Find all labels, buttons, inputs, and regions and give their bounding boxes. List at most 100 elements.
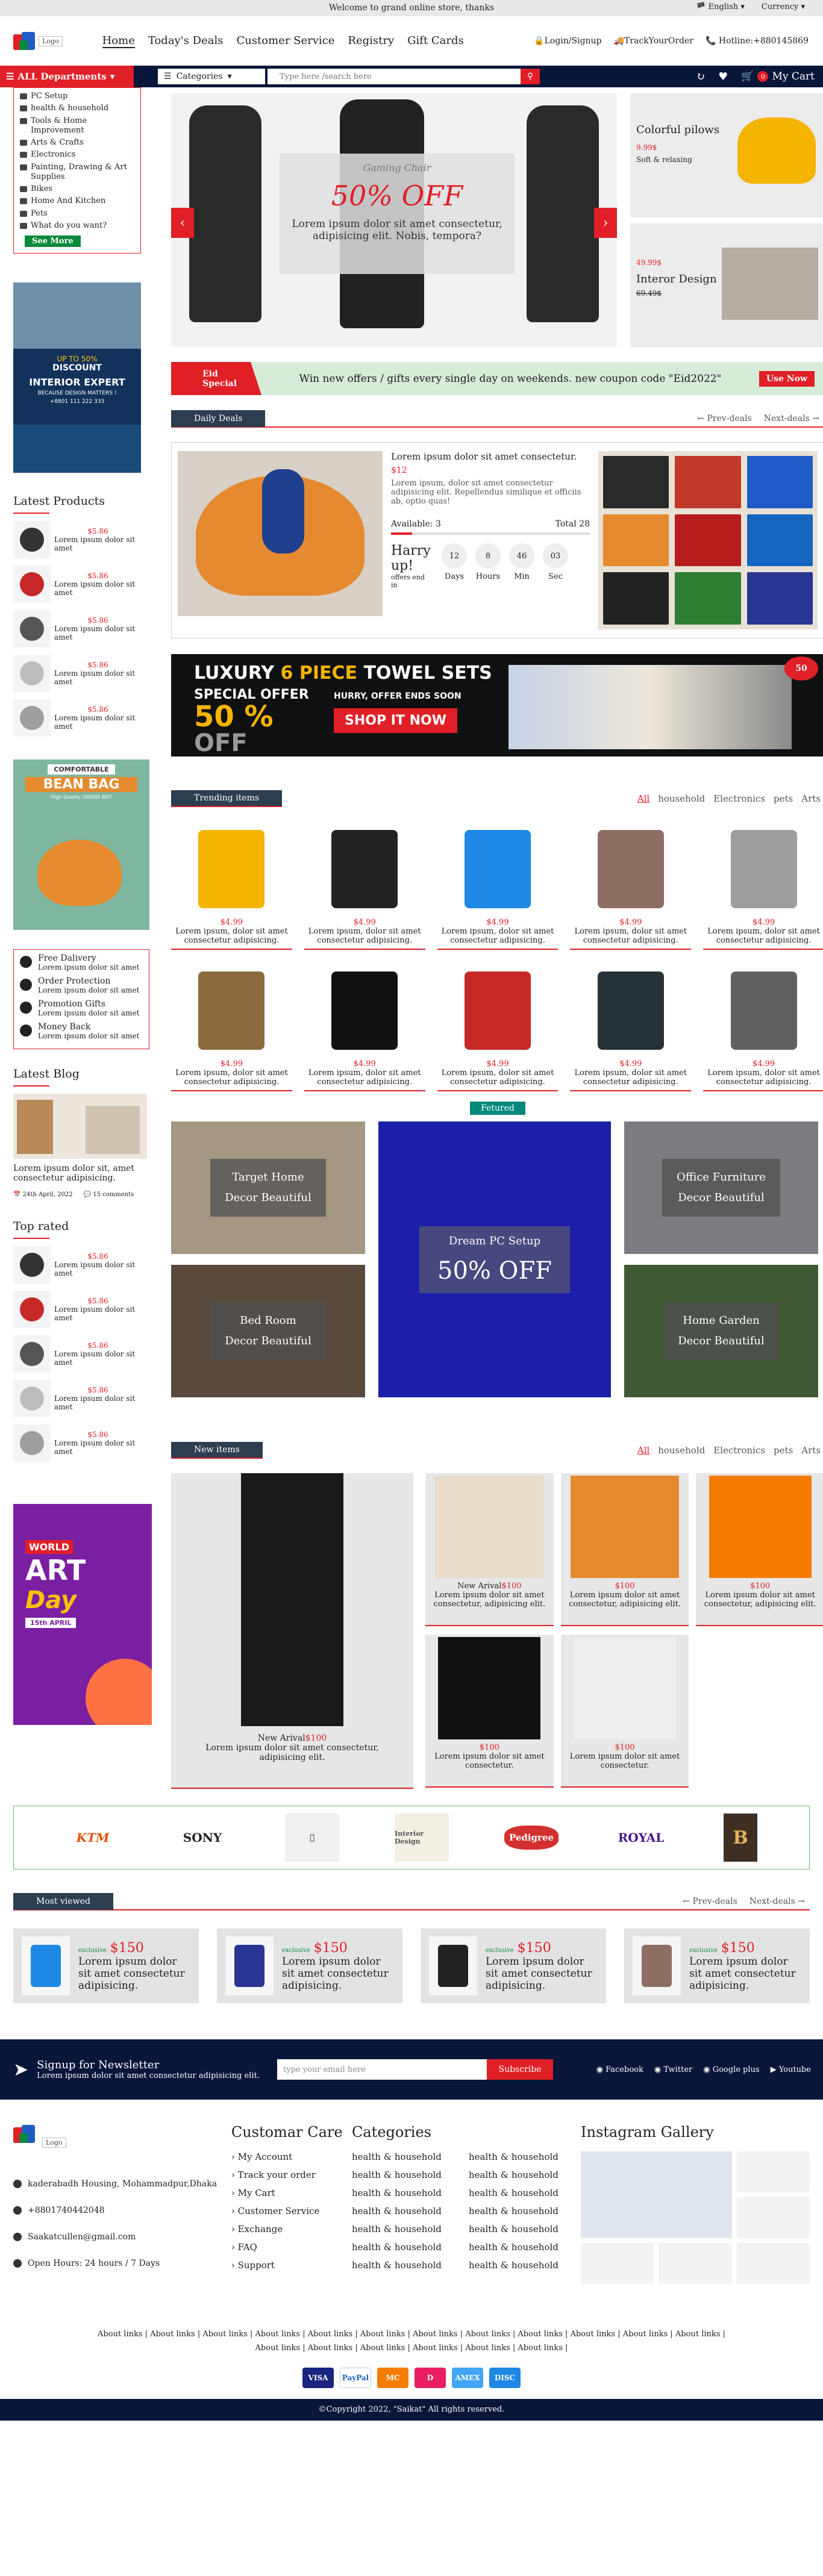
most-viewed-card[interactable]: exclusive $150 Lorem ipsum dolor sit amet … — [421, 1929, 606, 2003]
see-more-button[interactable]: See More — [25, 235, 81, 247]
featured-tile-dream-pc[interactable]: Dream PC Setup 50% OFF — [378, 1121, 611, 1397]
new-item-card[interactable]: $100 Lorem ipsum dolor sit amet consectet… — [425, 1635, 554, 1788]
brand-ktm-logo[interactable]: KTM — [66, 1813, 120, 1862]
filter-household[interactable]: household — [658, 1445, 705, 1456]
customer-care-link[interactable]: › Support — [231, 2260, 346, 2271]
about-link[interactable]: About links — [465, 2330, 510, 2339]
about-link[interactable]: About links — [255, 2344, 301, 2353]
about-link[interactable]: About links — [413, 2344, 458, 2353]
brand-interior-logo[interactable]: Interior Design — [395, 1813, 449, 1862]
deal-name[interactable]: Lorem ipsum dolor sit amet consectetur. — [391, 451, 590, 462]
blog-image[interactable] — [13, 1094, 147, 1159]
product-card[interactable]: $4.99 Lorem ipsum, dolor sit amet consect… — [570, 820, 692, 950]
customer-care-link[interactable]: › FAQ — [231, 2242, 346, 2253]
towel-set-banner[interactable]: LUXURY 6 PIECE TOWEL SETS SPECIAL OFFER … — [171, 654, 823, 756]
filter-electronics[interactable]: Electronics — [713, 1445, 765, 1456]
brand-pedigree-logo[interactable]: Pedigree — [504, 1826, 559, 1850]
about-link[interactable]: About links — [571, 2330, 616, 2339]
slider-next-icon[interactable]: › — [594, 208, 617, 238]
prev-deals-link[interactable]: ← Prev-deals — [697, 414, 751, 423]
instagram-photo[interactable] — [736, 2243, 810, 2284]
footer-category-link[interactable]: health & household — [352, 2151, 458, 2162]
product-item[interactable]: $5.86 Lorem ipsum dolor sit amet — [13, 610, 153, 647]
site-logo[interactable]: Logo — [13, 31, 63, 51]
search-input[interactable] — [268, 69, 521, 84]
product-item[interactable]: $5.86 Lorem ipsum dolor sit amet — [13, 521, 153, 558]
category-item[interactable]: What do you want? — [19, 221, 136, 231]
product-item[interactable]: $5.86 Lorem ipsum dolor sit amet — [13, 655, 153, 692]
about-link[interactable]: About links — [518, 2330, 563, 2339]
instagram-photo[interactable] — [736, 2151, 810, 2192]
filter-all[interactable]: All — [637, 793, 649, 804]
new-item-card[interactable]: $100 Lorem ipsum dolor sit amet consectet… — [560, 1473, 689, 1626]
login-link[interactable]: 🔒Login/Signup — [534, 36, 601, 46]
new-item-card[interactable]: New Arival$100 Lorem ipsum dolor sit amet… — [425, 1473, 554, 1626]
new-item-card[interactable]: $100 Lorem ipsum dolor sit amet consectet… — [560, 1635, 689, 1788]
category-item[interactable]: PC Setup — [19, 92, 136, 101]
about-link[interactable]: About links — [465, 2344, 510, 2353]
bean-bag-banner[interactable]: COMFORTABLE BEAN BAG High Quality 100000… — [13, 759, 149, 930]
instagram-photo[interactable] — [736, 2197, 810, 2238]
nav-registry[interactable]: Registry — [348, 34, 394, 48]
category-item[interactable]: Tools & Home Improvement — [19, 116, 136, 136]
product-item[interactable]: $5.86 Lorem ipsum dolor sit amet — [13, 1424, 153, 1462]
google-plus-link[interactable]: ◉ Google plus — [703, 2065, 759, 2074]
nav-home[interactable]: Home — [102, 34, 135, 48]
brand-sony-logo[interactable]: SONY — [175, 1813, 230, 1862]
footer-email[interactable]: Saakatcullen@gmail.com — [13, 2232, 225, 2242]
about-link[interactable]: About links — [150, 2330, 195, 2339]
featured-tile-office[interactable]: Office Furniture Decor Beautiful — [624, 1121, 818, 1254]
about-link[interactable]: About links — [308, 2344, 353, 2353]
footer-category-link[interactable]: health & household — [469, 2151, 575, 2162]
about-link[interactable]: About links — [360, 2344, 405, 2353]
product-card[interactable]: $4.99 Lorem ipsum, dolor sit amet consect… — [437, 820, 559, 950]
footer-logo[interactable]: Logo — [13, 2124, 225, 2161]
product-card[interactable]: $4.99 Lorem ipsum, dolor sit amet consect… — [304, 962, 425, 1091]
customer-care-link[interactable]: › My Account — [231, 2151, 346, 2162]
slider-prev-icon[interactable]: ‹ — [171, 208, 194, 238]
twitter-link[interactable]: ◉ Twitter — [654, 2065, 692, 2074]
instagram-photo[interactable] — [581, 2243, 654, 2284]
brand-royal-logo[interactable]: ROYAL — [614, 1813, 668, 1862]
pillow-banner[interactable]: Colorful pilows 9.99$ Soft & relaxing — [630, 93, 823, 217]
nav-todays-deals[interactable]: Today's Deals — [148, 34, 224, 48]
footer-phone[interactable]: +8801740442048 — [13, 2206, 225, 2215]
category-item[interactable]: health & household — [19, 104, 136, 113]
footer-category-link[interactable]: health & household — [469, 2242, 575, 2253]
product-card[interactable]: $4.99 Lorem ipsum, dolor sit amet consect… — [171, 820, 292, 950]
most-viewed-card[interactable]: exclusive $150 Lorem ipsum dolor sit amet … — [624, 1929, 810, 2003]
about-link[interactable]: About links — [675, 2330, 721, 2339]
about-link[interactable]: About links — [98, 2330, 143, 2339]
product-card[interactable]: $4.99 Lorem ipsum, dolor sit amet consect… — [703, 820, 823, 950]
about-link[interactable]: About links — [413, 2330, 458, 2339]
superhero-posters-image[interactable] — [598, 451, 818, 629]
category-item[interactable]: Pets — [19, 209, 136, 219]
product-item[interactable]: $5.86 Lorem ipsum dolor sit amet — [13, 699, 153, 737]
category-item[interactable]: Painting, Drawing & Art Supplies — [19, 163, 136, 182]
featured-tile-target-home[interactable]: Target Home Decor Beautiful — [171, 1121, 365, 1254]
refresh-icon[interactable]: ↻ — [696, 70, 705, 83]
customer-care-link[interactable]: › Track your order — [231, 2169, 346, 2180]
footer-category-link[interactable]: health & household — [469, 2169, 575, 2180]
customer-care-link[interactable]: › Customer Service — [231, 2206, 346, 2216]
youtube-link[interactable]: ▶ Youtube — [771, 2065, 811, 2074]
heart-icon[interactable]: ♥ — [718, 70, 728, 83]
art-day-banner[interactable]: WORLD ART Day 15th APRIL — [13, 1504, 152, 1725]
filter-pets[interactable]: pets — [774, 1445, 793, 1456]
product-item[interactable]: $5.86 Lorem ipsum dolor sit amet — [13, 566, 153, 603]
filter-arts[interactable]: Arts — [801, 1445, 821, 1456]
cart-button[interactable]: 🛒 0 My Cart — [741, 70, 815, 83]
product-item[interactable]: $5.86 Lorem ipsum dolor sit amet — [13, 1335, 153, 1373]
product-card[interactable]: $4.99 Lorem ipsum, dolor sit amet consect… — [171, 962, 292, 1091]
about-link[interactable]: About links — [202, 2330, 248, 2339]
most-viewed-card[interactable]: exclusive $150 Lorem ipsum dolor sit amet … — [13, 1929, 199, 2003]
track-order-link[interactable]: 🚚TrackYourOrder — [614, 36, 693, 46]
filter-all[interactable]: All — [637, 1445, 649, 1456]
shop-it-now-button[interactable]: SHOP IT NOW — [334, 708, 457, 733]
all-departments-button[interactable]: ☰ ALL Departments ▾ — [0, 66, 134, 87]
brand-b-logo[interactable]: B — [724, 1813, 757, 1862]
featured-tile-garden[interactable]: Home Garden Decor Beautiful — [624, 1265, 818, 1397]
footer-category-link[interactable]: health & household — [469, 2224, 575, 2235]
deal-image[interactable] — [178, 451, 383, 616]
filter-electronics[interactable]: Electronics — [713, 793, 765, 804]
